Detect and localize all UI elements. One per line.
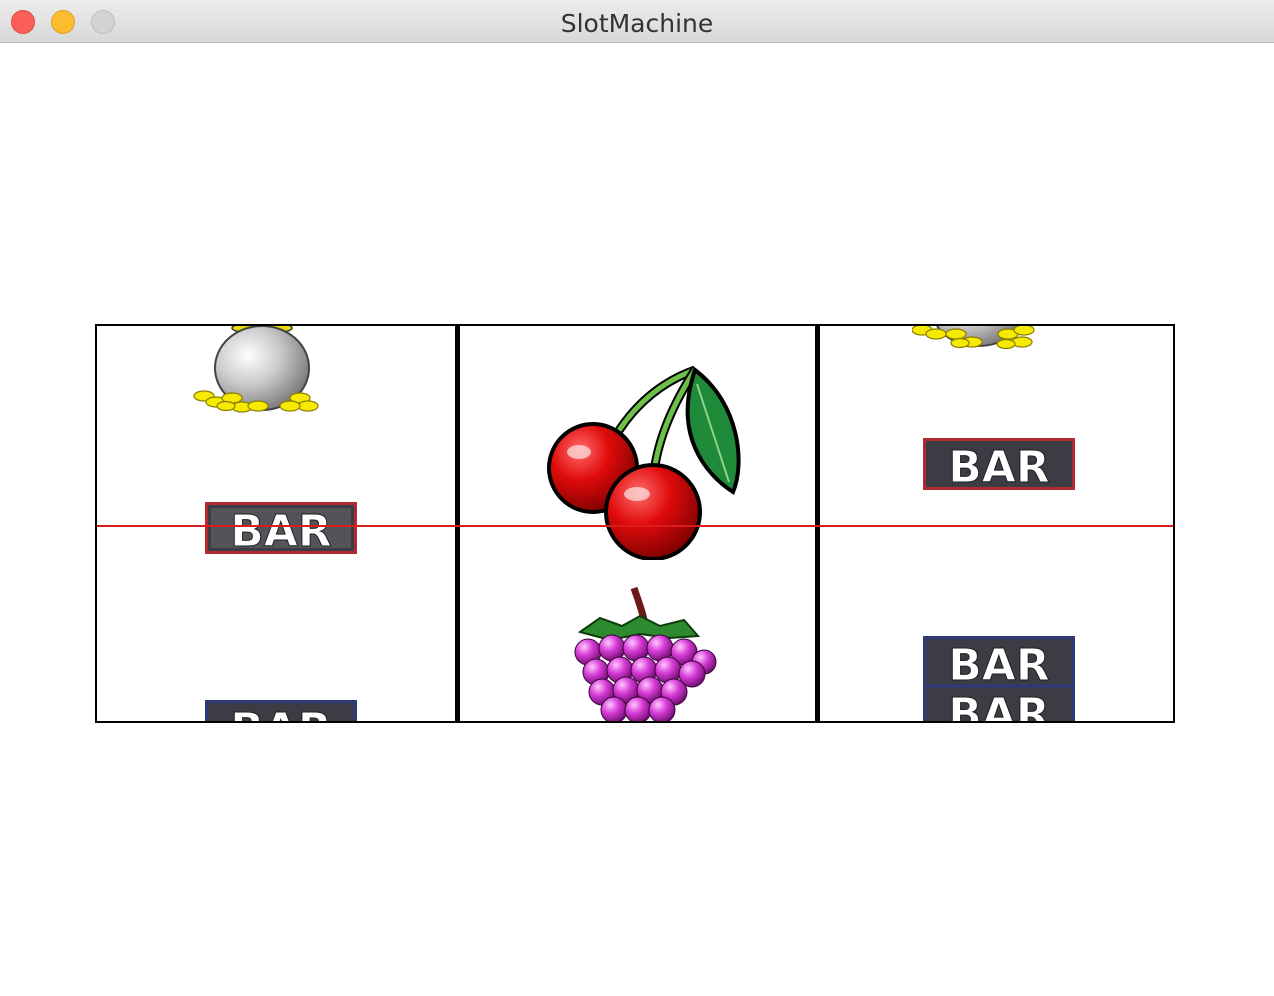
pot-of-gold-icon (193, 326, 319, 413)
double-bar-symbol-icon: BAR BAR (923, 636, 1075, 721)
bar-symbol-icon: BAR (923, 438, 1075, 490)
bar-label: BAR (948, 442, 1049, 490)
cherries-icon (547, 365, 741, 560)
bar-label: BAR (230, 704, 331, 721)
bar-label: BAR (948, 689, 1049, 721)
bar-symbol-icon: BAR (205, 700, 357, 721)
window-titlebar: SlotMachine (0, 0, 1274, 43)
pot-of-gold-icon (912, 326, 1035, 350)
payline (97, 525, 1173, 527)
reel-3: BAR BAR BAR (820, 326, 1173, 721)
slot-machine: BAR BAR BAR BAR BAR (95, 324, 1175, 723)
bar-symbol-icon: BAR (205, 502, 357, 554)
reel-2 (460, 326, 815, 721)
bar-label: BAR (948, 640, 1049, 691)
grapes-icon (574, 586, 717, 721)
window-title: SlotMachine (560, 9, 714, 38)
reel-1: BAR BAR (97, 326, 455, 721)
bar-label: BAR (230, 506, 331, 554)
